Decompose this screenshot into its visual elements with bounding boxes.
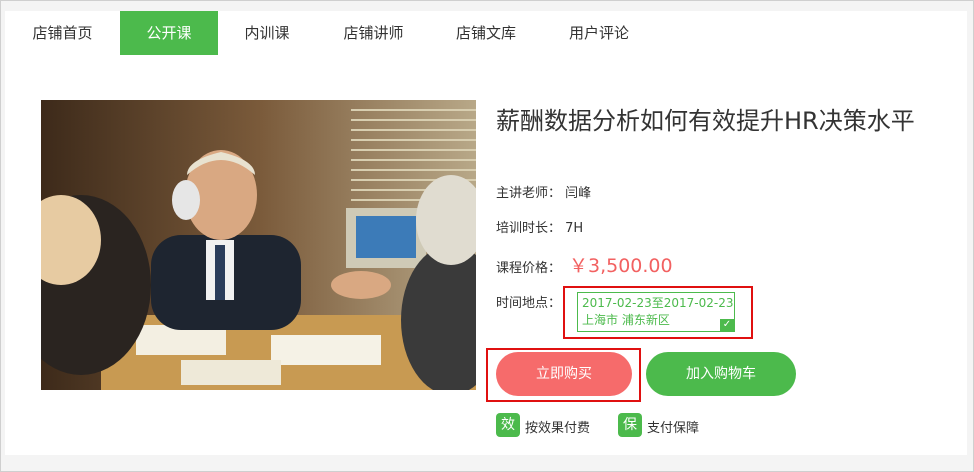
shop-nav-tabs: 店铺首页 公开课 内训课 店铺讲师 店铺文库 用户评论 <box>5 11 967 56</box>
buy-now-button[interactable]: 立即购买 <box>496 352 632 396</box>
teacher-label: 主讲老师： <box>496 186 562 201</box>
tab-user-reviews[interactable]: 用户评论 <box>541 11 657 55</box>
price-value: ￥3,500.00 <box>569 255 673 277</box>
duration-row: 培训时长： 7H <box>496 217 583 236</box>
teacher-row: 主讲老师： 闫峰 <box>496 182 591 201</box>
session-location: 上海市 浦东新区 <box>582 313 670 327</box>
meeting-photo-illustration <box>41 100 476 390</box>
course-image <box>41 100 476 390</box>
session-dates: 2017-02-23至2017-02-23 <box>582 296 734 310</box>
duration-value: 7H <box>565 221 584 236</box>
guarantee-badge-icon: 保 <box>618 413 642 437</box>
tab-inhouse-course[interactable]: 内训课 <box>218 11 316 55</box>
pay-by-effect-label: 按效果付费 <box>525 421 591 436</box>
tab-shop-lecturers[interactable]: 店铺讲师 <box>316 11 431 55</box>
tab-public-course[interactable]: 公开课 <box>120 11 218 55</box>
page-frame: 店铺首页 公开课 内训课 店铺讲师 店铺文库 用户评论 薪酬数据分析如何有效提升… <box>0 0 974 472</box>
duration-label: 培训时长： <box>496 221 562 236</box>
price-label: 课程价格： <box>496 261 562 276</box>
teacher-name[interactable]: 闫峰 <box>565 186 591 201</box>
payment-guarantee-label: 支付保障 <box>647 421 700 436</box>
effect-badge-icon: 效 <box>496 413 520 437</box>
session-label: 时间地点： <box>496 296 562 311</box>
session-option[interactable]: 2017-02-23至2017-02-23 上海市 浦东新区 ✓ <box>577 292 735 332</box>
selected-check-icon: ✓ <box>720 319 734 331</box>
tab-shop-home[interactable]: 店铺首页 <box>5 11 120 55</box>
tab-shop-library[interactable]: 店铺文库 <box>431 11 541 55</box>
add-to-cart-button[interactable]: 加入购物车 <box>646 352 796 396</box>
course-title: 薪酬数据分析如何有效提升HR决策水平 <box>496 107 915 135</box>
